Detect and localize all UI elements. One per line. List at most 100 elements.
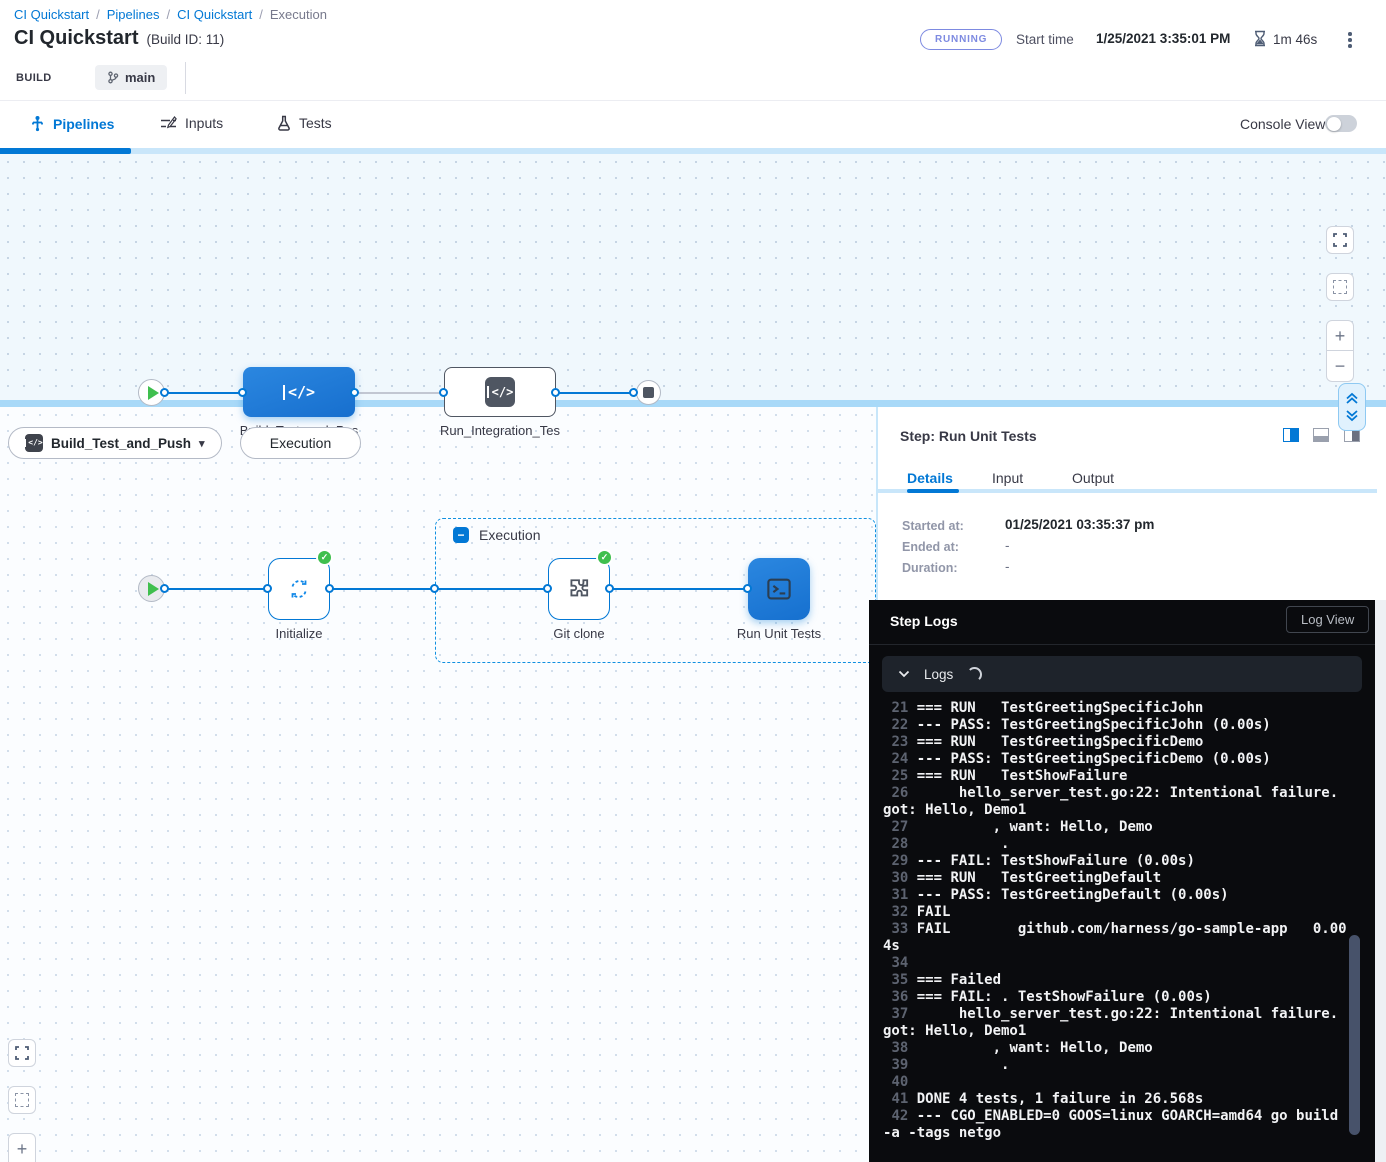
console-view-label: Console View [1240, 116, 1325, 132]
step-panel-title: Step: Run Unit Tests [900, 428, 1037, 444]
branch-name: main [125, 70, 155, 85]
log-line: 30 === RUN TestGreetingDefault [883, 870, 1349, 887]
pipeline-edge [355, 392, 444, 394]
page-title: CI Quickstart [14, 27, 138, 50]
start-time-label: Start time [1016, 32, 1074, 47]
port [160, 584, 169, 593]
stage-node-build-test-and-push[interactable]: </> [243, 367, 355, 417]
section-divider[interactable] [0, 400, 1386, 407]
log-line: 24 --- PASS: TestGreetingSpecificDemo (0… [883, 751, 1349, 768]
more-options-button[interactable] [1344, 28, 1356, 52]
zoom-in-button[interactable]: + [8, 1133, 36, 1162]
marquee-select-button[interactable] [8, 1086, 36, 1114]
tab-tests[interactable]: Tests [277, 115, 332, 131]
port [543, 584, 552, 593]
collapse-group-button[interactable]: − [453, 527, 469, 543]
log-view-button[interactable]: Log View [1286, 606, 1369, 633]
step-node-label: Initialize [259, 626, 339, 641]
log-line: 32 FAIL [883, 904, 1349, 921]
port [263, 584, 272, 593]
panel-expand-collapse-button[interactable] [1338, 383, 1366, 431]
tab-details[interactable]: Details [907, 470, 953, 486]
fullscreen-button[interactable] [1326, 226, 1354, 254]
log-line: 41 DONE 4 tests, 1 failure in 26.568s [883, 1091, 1349, 1108]
log-line: 27 , want: Hello, Demo [883, 819, 1349, 836]
play-icon [148, 386, 159, 400]
duration-label: Duration: [902, 561, 958, 575]
port [743, 584, 752, 593]
breadcrumb-current: Execution [270, 7, 327, 22]
marquee-icon [15, 1093, 29, 1107]
port [439, 388, 448, 397]
breadcrumb-separator: / [96, 7, 100, 22]
breadcrumb-separator: / [167, 7, 171, 22]
log-line: 33 FAIL github.com/harness/go-sample-app… [883, 921, 1349, 955]
console-view-toggle[interactable] [1325, 115, 1357, 132]
tab-inputs[interactable]: Inputs [160, 115, 223, 131]
status-badge: RUNNING [920, 29, 1002, 50]
started-at-label: Started at: [902, 519, 964, 533]
success-check-icon: ✓ [316, 549, 333, 566]
build-type-label: BUILD [16, 72, 52, 84]
layout-right-panel-icon[interactable] [1283, 428, 1299, 442]
log-line: 28 . [883, 836, 1349, 853]
zoom-out-button[interactable]: − [1326, 351, 1354, 382]
breadcrumb-link[interactable]: CI Quickstart [177, 7, 252, 22]
fullscreen-button[interactable] [8, 1039, 36, 1067]
breadcrumb-link[interactable]: Pipelines [107, 7, 160, 22]
logs-section-header[interactable]: Logs [882, 656, 1362, 692]
step-logs-panel: Step Logs Log View Logs 21 === RUN TestG… [869, 600, 1375, 1162]
code-stage-icon: </> [485, 377, 515, 407]
stage-canvas: </> Build_Test_and_Push ▾ Execution − Ex… [0, 407, 876, 1162]
log-line: 36 === FAIL: . TestShowFailure (0.00s) [883, 989, 1349, 1006]
port [430, 584, 439, 593]
step-node-git-clone[interactable] [548, 558, 610, 620]
ended-at-value: - [1005, 538, 1010, 553]
branch-chip[interactable]: main [95, 65, 167, 90]
breadcrumb-link[interactable]: CI Quickstart [14, 7, 89, 22]
loading-spinner-icon [967, 667, 982, 682]
zoom-in-button[interactable]: + [1326, 320, 1354, 351]
hourglass-icon [1253, 30, 1267, 47]
ended-at-label: Ended at: [902, 540, 959, 554]
log-line: 42 --- CGO_ENABLED=0 GOOS=linux GOARCH=a… [883, 1108, 1349, 1142]
log-line: 35 === Failed [883, 972, 1349, 989]
marquee-select-button[interactable] [1326, 273, 1354, 301]
execution-group-label: Execution [479, 527, 540, 543]
port [629, 388, 638, 397]
tab-input[interactable]: Input [992, 470, 1023, 486]
pipeline-canvas: </> Build_Test_and_Pus </> Run_Integrati… [0, 154, 1386, 400]
pipelines-icon [30, 115, 45, 132]
build-id: (Build ID: 11) [146, 32, 224, 47]
code-stage-icon: </> [283, 385, 315, 400]
tab-pipelines[interactable]: Pipelines [30, 115, 114, 132]
chevron-down-icon: ▾ [199, 437, 205, 450]
log-line: 31 --- PASS: TestGreetingDefault (0.00s) [883, 887, 1349, 904]
step-node-run-unit-tests[interactable] [748, 558, 810, 620]
port [325, 584, 334, 593]
chevrons-up-icon [1345, 392, 1359, 405]
plugin-icon [565, 575, 593, 603]
step-details-panel: Step: Run Unit Tests Details Input Outpu… [876, 407, 1386, 600]
logs-header-divider [869, 644, 1375, 645]
execution-view-button[interactable]: Execution [240, 427, 361, 459]
step-node-label: Git clone [539, 626, 619, 641]
tab-label: Tests [299, 115, 332, 131]
step-node-initialize[interactable] [268, 558, 330, 620]
stage-selector-dropdown[interactable]: </> Build_Test_and_Push ▾ [8, 427, 222, 459]
page-scrollbar-gutter[interactable] [1375, 600, 1386, 1162]
log-line: 38 , want: Hello, Demo [883, 1040, 1349, 1057]
fullscreen-icon [15, 1046, 29, 1060]
panel-tab-underline-active [907, 489, 959, 493]
log-line: 29 --- FAIL: TestShowFailure (0.00s) [883, 853, 1349, 870]
play-icon [148, 582, 159, 596]
plus-icon: + [1335, 327, 1346, 345]
app-window: CI Quickstart/Pipelines/CI Quickstart/Ex… [0, 0, 1386, 1162]
tab-output[interactable]: Output [1072, 470, 1114, 486]
nav-tabs-row: Pipelines Inputs Tests Console View [0, 100, 1386, 148]
layout-bottom-panel-icon[interactable] [1313, 428, 1329, 442]
stage-selector-label: Build_Test_and_Push [51, 436, 191, 451]
stage-node-run-integration-tests[interactable]: </> [444, 367, 556, 417]
fullscreen-icon [1333, 233, 1347, 247]
log-scrollbar-thumb[interactable] [1349, 935, 1360, 1135]
